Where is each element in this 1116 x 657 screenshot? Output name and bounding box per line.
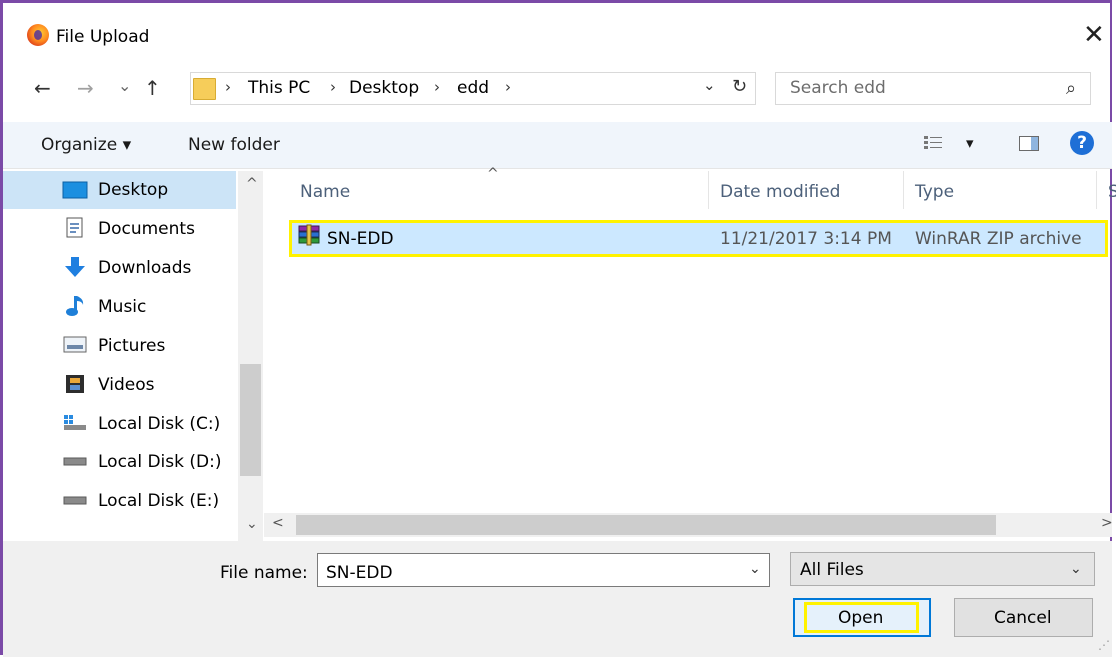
sidebar-scroll-thumb[interactable] — [240, 364, 261, 476]
drive-icon — [62, 492, 88, 508]
scroll-right-icon[interactable]: > — [1101, 515, 1113, 531]
sidebar-item-local-disk-d[interactable]: Local Disk (D:) — [98, 452, 221, 472]
view-options-icon[interactable] — [924, 134, 944, 156]
local-disk-c-icon — [62, 413, 88, 433]
downloads-icon — [63, 255, 87, 279]
recent-locations-icon[interactable]: ⌄ — [118, 74, 131, 98]
breadcrumb-separator[interactable]: › — [434, 78, 440, 96]
breadcrumb-separator[interactable]: › — [505, 78, 511, 96]
sidebar-scrollbar[interactable] — [238, 171, 263, 541]
preview-pane-icon[interactable] — [1019, 136, 1039, 151]
chevron-down-icon[interactable]: ⌄ — [1070, 561, 1082, 577]
column-header-type[interactable]: Type — [915, 182, 954, 202]
search-placeholder: Search edd — [790, 78, 886, 98]
resize-grip[interactable]: ⋰ — [1098, 638, 1110, 652]
sidebar-item-documents[interactable]: Documents — [98, 219, 195, 239]
column-header-size[interactable]: S — [1108, 182, 1116, 202]
videos-icon — [64, 373, 86, 395]
forward-arrow-icon[interactable]: → — [77, 76, 94, 100]
file-name-label: File name: — [220, 563, 308, 583]
sidebar-item-local-disk-e[interactable]: Local Disk (E:) — [98, 491, 219, 511]
chevron-down-icon[interactable]: ⌄ — [749, 561, 761, 577]
column-separator[interactable] — [903, 171, 904, 209]
file-type-cell: WinRAR ZIP archive — [915, 229, 1082, 249]
back-arrow-icon[interactable]: ← — [34, 76, 51, 100]
view-list-icon — [924, 136, 942, 149]
sidebar-item-pictures[interactable]: Pictures — [98, 336, 165, 356]
column-header-date-modified[interactable]: Date modified — [720, 182, 840, 202]
breadcrumb-edd[interactable]: edd — [457, 78, 489, 98]
desktop-icon — [62, 180, 88, 200]
help-icon[interactable]: ? — [1070, 131, 1094, 155]
hscroll-thumb[interactable] — [296, 515, 996, 535]
sidebar-item-videos[interactable]: Videos — [98, 375, 155, 395]
search-icon[interactable]: ⌕ — [1066, 78, 1076, 99]
file-name-value[interactable]: SN-EDD — [326, 563, 393, 583]
pictures-icon — [63, 335, 87, 355]
file-date-cell: 11/21/2017 3:14 PM — [720, 229, 892, 249]
open-button-label[interactable]: Open — [838, 608, 883, 628]
breadcrumb-this-pc[interactable]: This PC — [248, 78, 310, 98]
scroll-down-icon[interactable]: ⌄ — [246, 516, 258, 532]
window-title: File Upload — [56, 27, 150, 47]
address-history-icon[interactable]: ⌄ — [703, 76, 716, 94]
refresh-icon[interactable]: ↻ — [732, 76, 747, 97]
sidebar-item-desktop[interactable]: Desktop — [98, 180, 168, 200]
sidebar-item-downloads[interactable]: Downloads — [98, 258, 191, 278]
file-type-value[interactable]: All Files — [800, 560, 864, 580]
view-caret-icon[interactable]: ▾ — [966, 134, 974, 152]
breadcrumb-desktop[interactable]: Desktop — [349, 78, 419, 98]
new-folder-button[interactable]: New folder — [188, 135, 280, 155]
breadcrumb-separator[interactable]: › — [330, 78, 336, 96]
column-separator[interactable] — [1096, 171, 1097, 209]
scroll-left-icon[interactable]: < — [272, 515, 284, 531]
close-icon[interactable]: ✕ — [1083, 22, 1105, 48]
column-separator[interactable] — [708, 171, 709, 209]
breadcrumb-separator: › — [225, 78, 231, 96]
folder-icon — [193, 78, 216, 100]
sidebar-item-music[interactable]: Music — [98, 297, 146, 317]
firefox-icon — [27, 24, 49, 46]
up-arrow-icon[interactable]: ↑ — [144, 76, 161, 100]
winrar-archive-icon — [297, 223, 321, 249]
sidebar-item-local-disk-c[interactable]: Local Disk (C:) — [98, 414, 220, 434]
column-header-name[interactable]: Name — [300, 182, 350, 202]
sort-ascending-icon: ^ — [487, 166, 499, 182]
drive-icon — [62, 453, 88, 469]
scroll-up-icon[interactable]: ^ — [246, 176, 258, 192]
command-toolbar — [3, 122, 1112, 169]
documents-icon — [64, 217, 86, 239]
file-name-cell[interactable]: SN-EDD — [327, 229, 394, 249]
music-icon — [65, 294, 87, 318]
organize-button[interactable]: Organize ▾ — [41, 135, 131, 155]
cancel-button-label[interactable]: Cancel — [994, 608, 1052, 628]
